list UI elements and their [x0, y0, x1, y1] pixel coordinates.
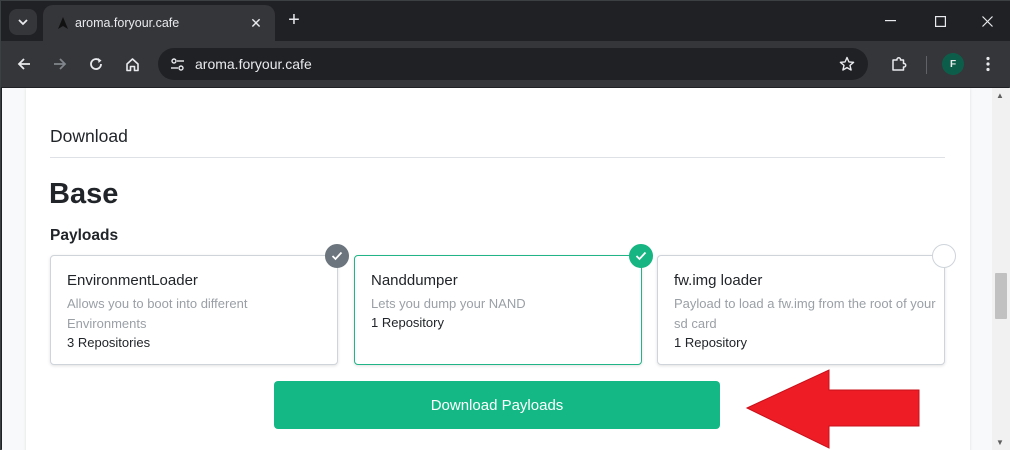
address-bar[interactable]: aroma.foryour.cafe: [158, 48, 868, 80]
kebab-menu-icon[interactable]: [978, 52, 998, 76]
red-annotation-arrow-icon: [745, 369, 920, 449]
scroll-up-arrow-icon[interactable]: ▲: [996, 91, 1004, 100]
unselected-circle-icon[interactable]: [932, 244, 956, 268]
payload-name: fw.img loader: [674, 272, 763, 289]
close-icon: [981, 15, 993, 27]
puzzle-icon: [892, 57, 907, 71]
bookmark-star-icon[interactable]: [836, 53, 858, 75]
payload-card-fwimg-loader[interactable]: fw.img loader Payload to load a fw.img f…: [657, 244, 956, 365]
profile-avatar[interactable]: F: [942, 53, 964, 75]
download-card: Download Base Payloads EnvironmentLoader…: [26, 88, 970, 450]
base-heading: Base: [49, 178, 119, 210]
back-button[interactable]: [12, 52, 36, 76]
download-payloads-button[interactable]: Download Payloads: [274, 381, 720, 429]
payloads-label: Payloads: [50, 227, 119, 244]
chevron-down-icon: [18, 18, 28, 25]
payload-repositories: 1 Repository: [674, 335, 747, 350]
close-window-button[interactable]: [973, 9, 1001, 33]
tab-close-icon[interactable]: ✕: [247, 14, 265, 32]
payload-card-environmentloader[interactable]: EnvironmentLoader Allows you to boot int…: [50, 244, 349, 365]
payload-description: Lets you dump your NAND: [371, 296, 526, 311]
payload-card-nanddumper[interactable]: Nanddumper Lets you dump your NAND 1 Rep…: [354, 244, 653, 365]
new-tab-button[interactable]: +: [283, 9, 305, 31]
site-favicon-icon: [58, 17, 68, 29]
divider: [50, 157, 945, 158]
reload-icon: [90, 58, 102, 70]
site-info-button[interactable]: [166, 53, 188, 75]
toolbar-separator: [926, 56, 927, 74]
forward-button[interactable]: [48, 52, 72, 76]
payload-description: Payload to load a fw.img from the root o…: [674, 296, 936, 331]
payload-repositories: 3 Repositories: [67, 335, 151, 350]
payload-description: Allows you to boot into different Enviro…: [67, 296, 248, 331]
scroll-down-arrow-icon[interactable]: ▼: [996, 438, 1004, 447]
home-button[interactable]: [120, 52, 144, 76]
payload-name: EnvironmentLoader: [67, 272, 198, 289]
browser-toolbar: aroma.foryour.cafe F: [1, 41, 1010, 87]
tab-search-button[interactable]: [9, 9, 37, 35]
home-icon: [125, 57, 139, 71]
selected-checkmark-icon[interactable]: [629, 244, 653, 268]
extensions-button[interactable]: [887, 52, 911, 76]
minimize-icon: [884, 20, 896, 22]
payload-name: Nanddumper: [371, 272, 458, 289]
star-icon: [839, 56, 855, 71]
minimize-button[interactable]: [876, 9, 904, 33]
tab-strip: aroma.foryour.cafe ✕ +: [1, 1, 1010, 41]
arrow-right-icon: [54, 58, 67, 70]
page-viewport: Download Base Payloads EnvironmentLoader…: [2, 88, 992, 450]
vertical-scrollbar[interactable]: ▲ ▼: [992, 88, 1010, 450]
browser-window: aroma.foryour.cafe ✕ + aroma.foryour.caf…: [0, 0, 1010, 450]
arrow-left-icon: [17, 58, 30, 70]
tab-title: aroma.foryour.cafe: [75, 16, 180, 30]
maximize-button[interactable]: [926, 9, 954, 33]
selected-checkmark-icon[interactable]: [325, 244, 349, 268]
tune-icon: [170, 57, 184, 71]
url-text[interactable]: aroma.foryour.cafe: [195, 56, 312, 72]
scrollbar-thumb[interactable]: [995, 273, 1007, 319]
payload-repositories: 1 Repository: [371, 315, 444, 330]
section-title: Download: [50, 126, 128, 146]
active-tab[interactable]: aroma.foryour.cafe ✕: [43, 5, 275, 41]
maximize-icon: [934, 15, 946, 27]
reload-button[interactable]: [84, 52, 108, 76]
